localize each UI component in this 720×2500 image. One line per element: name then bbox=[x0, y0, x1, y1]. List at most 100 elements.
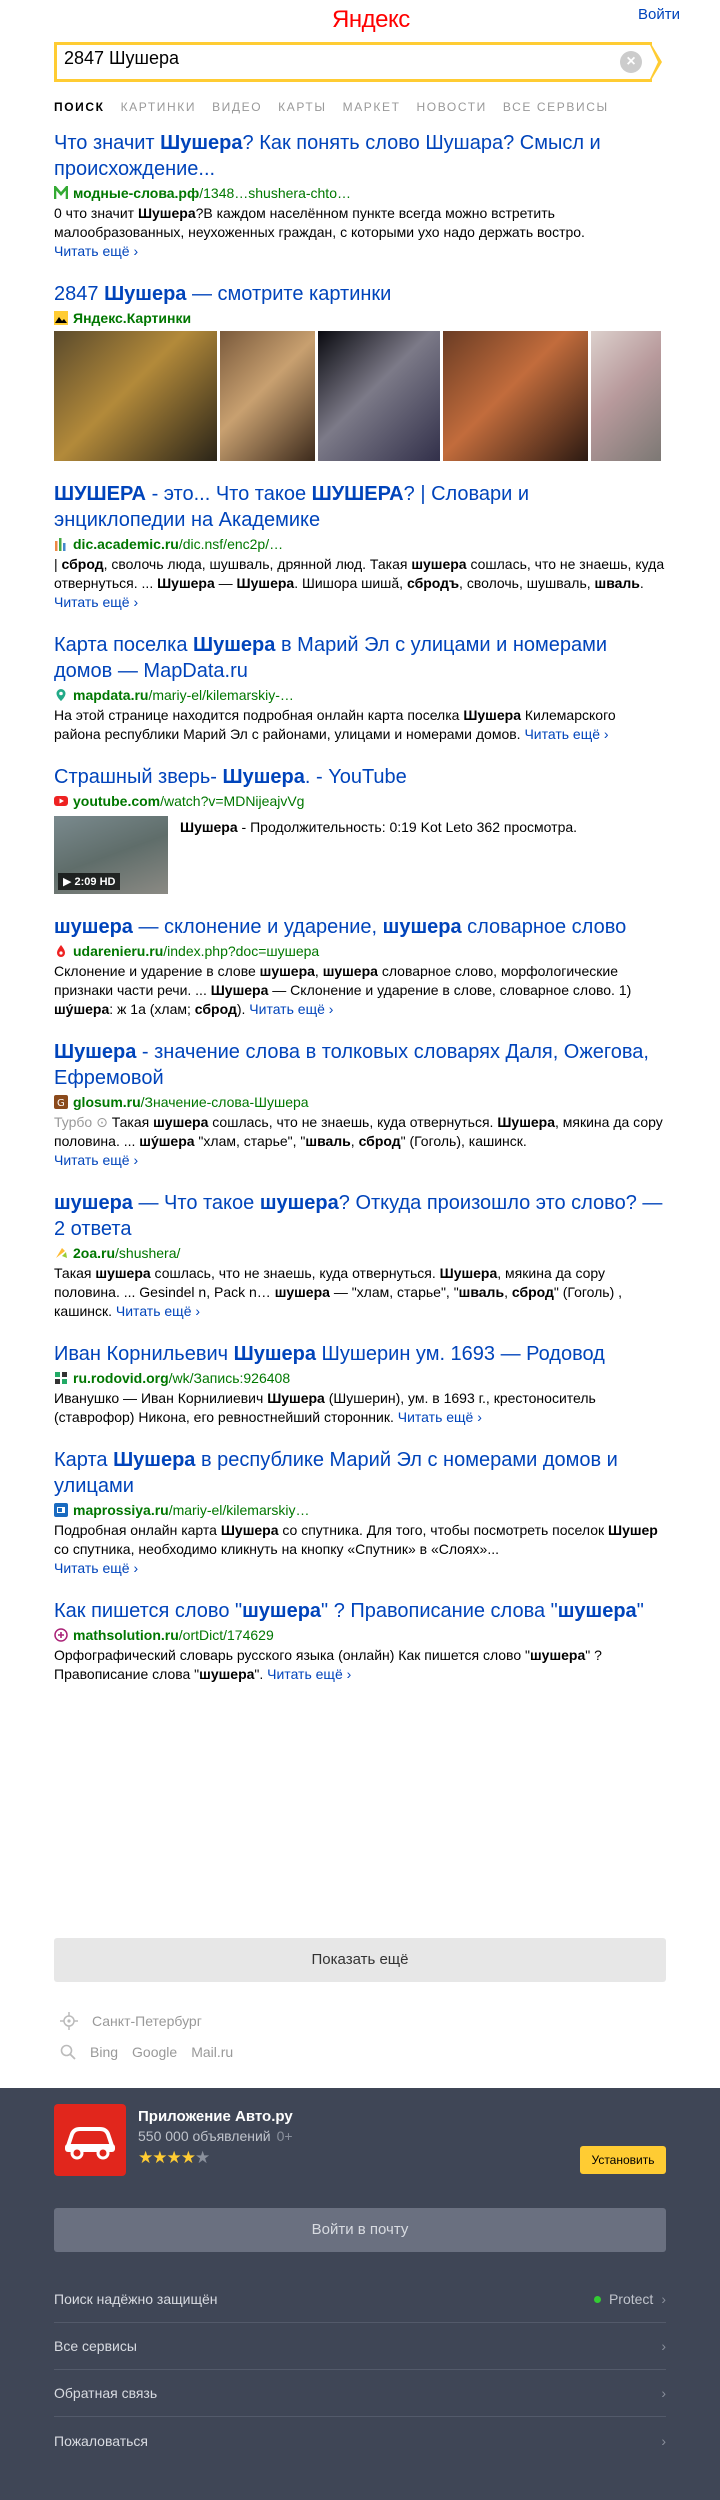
results-list: Что значит Шушера? Как понять слово Шуша… bbox=[54, 130, 666, 1684]
chevron-right-icon: › bbox=[661, 2291, 666, 2307]
read-more-link[interactable]: Читать ещё › bbox=[249, 1001, 333, 1017]
tab-1[interactable]: Картинки bbox=[121, 100, 197, 120]
tab-4[interactable]: Маркет bbox=[343, 100, 401, 120]
image-thumbnail[interactable] bbox=[591, 331, 661, 461]
clear-icon[interactable]: × bbox=[620, 51, 642, 73]
image-thumbnail[interactable] bbox=[318, 331, 440, 461]
image-thumbnail[interactable] bbox=[443, 331, 588, 461]
search-icon bbox=[60, 2044, 76, 2060]
tab-5[interactable]: Новости bbox=[417, 100, 487, 120]
install-button[interactable]: Установить bbox=[580, 2146, 666, 2174]
video-thumbnail[interactable]: ▶ 2:09 HD bbox=[54, 816, 168, 894]
footer-item-right: › bbox=[661, 2338, 666, 2354]
yandex-logo[interactable]: Яндекс bbox=[332, 6, 410, 34]
read-more-link[interactable]: Читать ещё › bbox=[54, 594, 138, 610]
chevron-right-icon: › bbox=[661, 2338, 666, 2354]
result-url[interactable]: Gglosum.ru/Значение-слова-Шушера bbox=[54, 1093, 666, 1111]
result-title[interactable]: Шушера - значение слова в толковых слова… bbox=[54, 1039, 666, 1091]
engine-google[interactable]: Google bbox=[132, 2044, 177, 2060]
app-age: 0+ bbox=[276, 2128, 293, 2144]
search-result: Карта поселка Шушера в Марий Эл с улицам… bbox=[54, 632, 666, 744]
read-more-link[interactable]: Читать ещё › bbox=[54, 243, 138, 259]
rodovid-icon bbox=[54, 1371, 68, 1385]
result-snippet: На этой странице находится подробная онл… bbox=[54, 707, 616, 742]
other-engines: Bing Google Mail.ru bbox=[60, 2044, 233, 2060]
engine-bing[interactable]: Bing bbox=[90, 2044, 118, 2060]
result-url[interactable]: mapdata.ru/mariy-el/kilemarskiy-… bbox=[54, 686, 666, 704]
result-url-text: dic.academic.ru/dic.nsf/enc2p/… bbox=[73, 536, 284, 552]
tab-3[interactable]: Карты bbox=[278, 100, 326, 120]
read-more-link[interactable]: Читать ещё › bbox=[267, 1666, 351, 1682]
result-url[interactable]: ru.rodovid.org/wk/Запись:926408 bbox=[54, 1369, 666, 1387]
result-url[interactable]: mathsolution.ru/ortDict/174629 bbox=[54, 1626, 666, 1644]
region-row: Санкт-Петербург bbox=[60, 2012, 202, 2030]
footer-item[interactable]: Пожаловаться › bbox=[54, 2417, 666, 2464]
protect-label: Protect bbox=[608, 2291, 654, 2307]
image-strip bbox=[54, 331, 666, 461]
result-snippet: Турбо ⊙ Такая шушера сошлась, что не зна… bbox=[54, 1114, 663, 1168]
read-more-link[interactable]: Читать ещё › bbox=[54, 1560, 138, 1576]
read-more-link[interactable]: Читать ещё › bbox=[524, 726, 608, 742]
result-title[interactable]: Карта Шушера в республике Марий Эл с ном… bbox=[54, 1447, 666, 1499]
result-snippet: Подробная онлайн карта Шушера со спутник… bbox=[54, 1522, 658, 1576]
result-title[interactable]: 2847 Шушера — смотрите картинки bbox=[54, 281, 666, 307]
search-result: Как пишется слово "шушера" ? Правописани… bbox=[54, 1598, 666, 1684]
video-row: ▶ 2:09 HD Шушера - Продолжительность: 0:1… bbox=[54, 816, 666, 894]
footer-item-label: Поиск надёжно защищён bbox=[54, 2291, 218, 2307]
search-input[interactable] bbox=[64, 48, 604, 69]
search-result: Карта Шушера в республике Марий Эл с ном… bbox=[54, 1447, 666, 1578]
result-url[interactable]: 2oa.ru/shushera/ bbox=[54, 1244, 666, 1262]
car-icon bbox=[54, 2104, 126, 2176]
image-thumbnail[interactable] bbox=[54, 331, 217, 461]
result-title[interactable]: Что значит Шушера? Как понять слово Шуша… bbox=[54, 130, 666, 182]
m-icon bbox=[54, 184, 69, 200]
chevron-right-icon: › bbox=[661, 2385, 666, 2401]
result-url-text: glosum.ru/Значение-слова-Шушера bbox=[73, 1094, 309, 1110]
2oa-icon bbox=[54, 1246, 68, 1260]
result-title[interactable]: шушера — Что такое шушера? Откуда произо… bbox=[54, 1190, 666, 1242]
app-promo[interactable]: Приложение Авто.ру 550 000 объявлений 0+ … bbox=[54, 2104, 293, 2176]
footer-item[interactable]: Поиск надёжно защищён Protect › bbox=[54, 2276, 666, 2323]
search-result: Что значит Шушера? Как понять слово Шуша… bbox=[54, 130, 666, 261]
tab-2[interactable]: Видео bbox=[212, 100, 262, 120]
result-url[interactable]: Яндекс.Картинки bbox=[54, 309, 666, 327]
result-title[interactable]: Как пишется слово "шушера" ? Правописани… bbox=[54, 1598, 666, 1624]
video-description: Шушера - Продолжительность: 0:19 Kot Let… bbox=[180, 819, 578, 835]
footer-item[interactable]: Обратная связь › bbox=[54, 2370, 666, 2417]
result-title[interactable]: Иван Корнильевич Шушера Шушерин ум. 1693… bbox=[54, 1341, 666, 1367]
read-more-link[interactable]: Читать ещё › bbox=[398, 1409, 482, 1425]
result-url[interactable]: udarenieru.ru/index.php?doc=шушера bbox=[54, 942, 666, 960]
result-url[interactable]: maprossiya.ru/mariy-el/kilemarskiy… bbox=[54, 1501, 666, 1519]
result-snippet: Иванушко — Иван Корнилиевич Шушера (Шуше… bbox=[54, 1390, 596, 1425]
result-title[interactable]: ШУШЕРА - это... Что такое ШУШЕРА? | Слов… bbox=[54, 481, 666, 533]
show-more-button[interactable]: Показать ещё bbox=[54, 1938, 666, 1982]
login-link[interactable]: Войти bbox=[638, 6, 680, 23]
mail-login-button[interactable]: Войти в почту bbox=[54, 2208, 666, 2252]
read-more-link[interactable]: Читать ещё › bbox=[116, 1303, 200, 1319]
read-more-link[interactable]: Читать ещё › bbox=[54, 1152, 138, 1168]
result-url-text: mapdata.ru/mariy-el/kilemarskiy-… bbox=[73, 687, 294, 703]
engine-mailru[interactable]: Mail.ru bbox=[191, 2044, 233, 2060]
tab-6[interactable]: Все сервисы bbox=[503, 100, 609, 120]
youtube-icon bbox=[54, 794, 68, 808]
result-title[interactable]: Карта поселка Шушера в Марий Эл с улицам… bbox=[54, 632, 666, 684]
result-url-text: youtube.com/watch?v=MDNijeajvVg bbox=[73, 793, 305, 809]
footer-item-label: Все сервисы bbox=[54, 2338, 137, 2354]
chevron-right-icon: › bbox=[661, 2432, 666, 2449]
result-title[interactable]: шушера — склонение и ударение, шушера сл… bbox=[54, 914, 666, 940]
result-url[interactable]: dic.academic.ru/dic.nsf/enc2p/… bbox=[54, 535, 666, 553]
footer-item[interactable]: Все сервисы › bbox=[54, 2323, 666, 2370]
result-url[interactable]: youtube.com/watch?v=MDNijeajvVg bbox=[54, 792, 666, 810]
search-result: 2847 Шушера — смотрите картинки Яндекс.Ка… bbox=[54, 281, 666, 461]
image-thumbnail[interactable] bbox=[220, 331, 315, 461]
result-url-text: ru.rodovid.org/wk/Запись:926408 bbox=[73, 1370, 291, 1386]
map-pin-icon bbox=[54, 688, 68, 702]
logo-text: Яндекс bbox=[332, 6, 410, 33]
search-result: шушера — склонение и ударение, шушера сл… bbox=[54, 914, 666, 1019]
result-title[interactable]: Страшный зверь- Шушера. - YouTube bbox=[54, 764, 666, 790]
tab-0[interactable]: Поиск bbox=[54, 100, 105, 120]
footer: Приложение Авто.ру 550 000 объявлений 0+ … bbox=[0, 2088, 720, 2500]
result-snippet: Склонение и ударение в слове шушера, шуш… bbox=[54, 963, 632, 1017]
result-url[interactable]: модные-слова.рф/1348…shushera-chto… bbox=[54, 184, 666, 202]
region-link[interactable]: Санкт-Петербург bbox=[92, 2013, 202, 2029]
